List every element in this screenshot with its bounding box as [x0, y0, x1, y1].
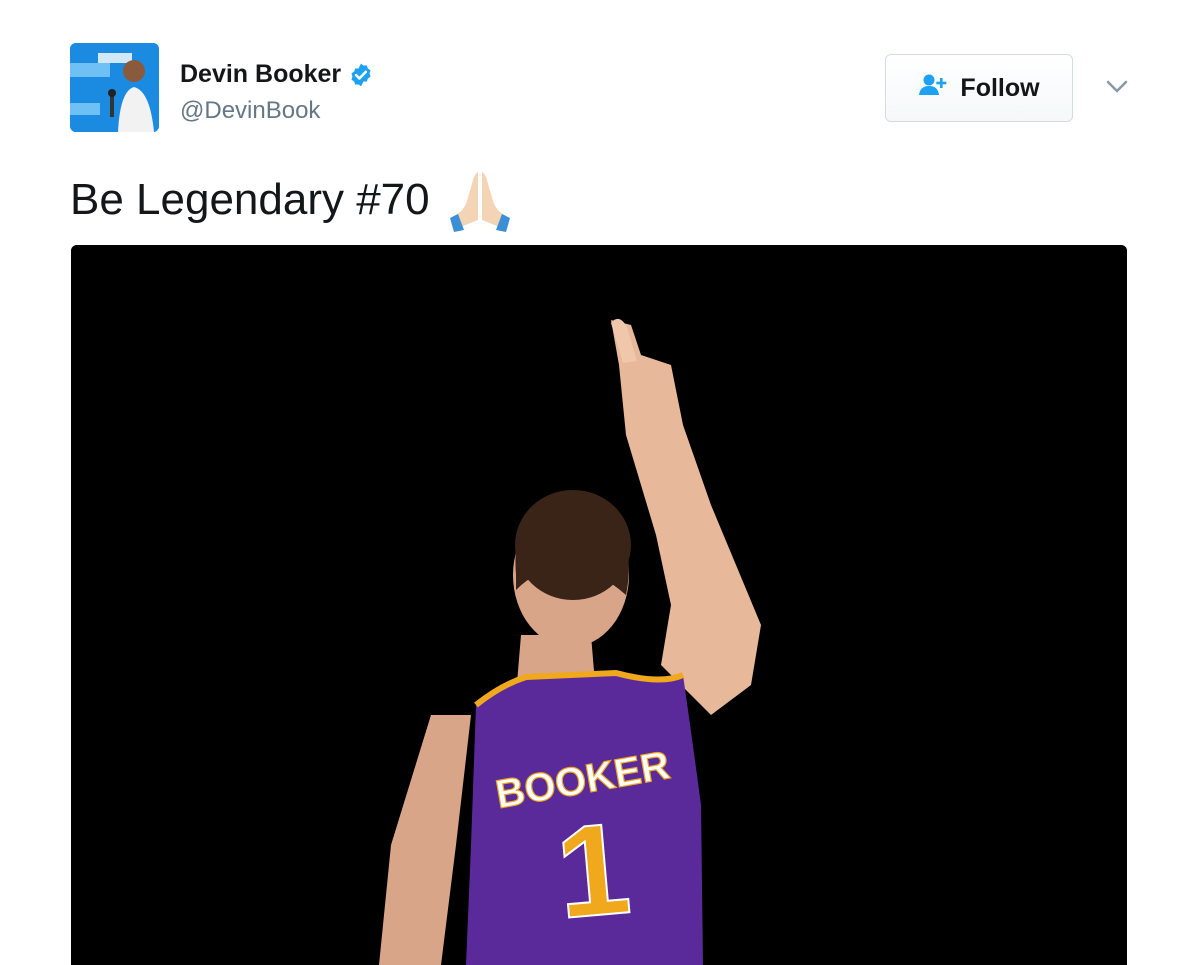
follow-button-label: Follow — [960, 73, 1040, 102]
tweet-text: Be Legendary #70 — [70, 168, 512, 232]
tweet-text-content: Be Legendary #70 — [70, 175, 430, 224]
verified-badge-icon — [348, 62, 374, 88]
display-name-text: Devin Booker — [180, 60, 342, 88]
tweet-media-photo[interactable]: BOOKER 1 — [71, 245, 1127, 965]
user-handle[interactable]: @DevinBook — [180, 97, 320, 125]
follow-button[interactable]: Follow — [885, 54, 1073, 122]
add-user-icon — [918, 73, 948, 104]
chevron-down-icon — [1106, 80, 1128, 93]
jersey-number: 1 — [551, 794, 636, 946]
avatar-photo — [70, 43, 159, 132]
display-name[interactable]: Devin Booker — [180, 60, 374, 89]
avatar[interactable] — [70, 43, 159, 132]
more-options-button[interactable] — [1104, 76, 1130, 98]
player-photo: BOOKER 1 — [71, 245, 1127, 965]
folded-hands-icon — [448, 168, 512, 232]
